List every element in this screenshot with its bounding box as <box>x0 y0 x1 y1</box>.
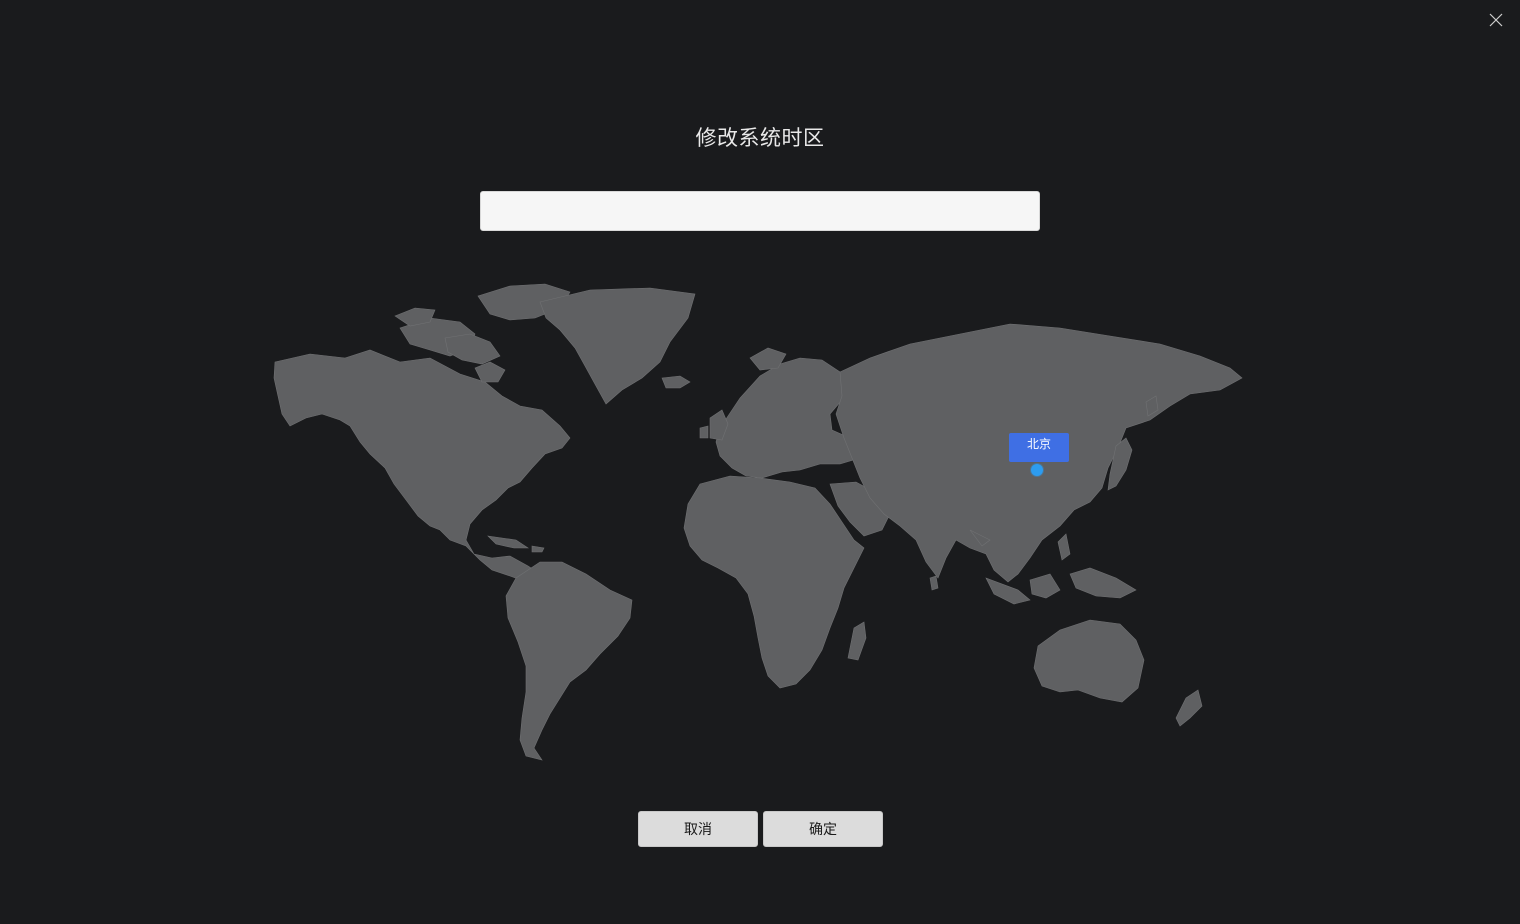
region-south-america <box>505 561 633 761</box>
selected-timezone-marker[interactable] <box>1031 464 1043 476</box>
close-icon <box>1489 13 1503 27</box>
cancel-button[interactable]: 取消 <box>638 811 758 847</box>
region-north-america <box>273 349 571 585</box>
timezone-search-input[interactable] <box>480 191 1040 231</box>
selected-timezone-label: 北京 <box>1009 433 1069 462</box>
world-map-svg[interactable] <box>270 278 1250 763</box>
region-africa <box>683 475 865 689</box>
close-button[interactable] <box>1484 8 1508 32</box>
dialog-title: 修改系统时区 <box>695 126 825 150</box>
region-australia <box>1033 619 1145 703</box>
timezone-dialog: 修改系统时区 北京 取消 确定 <box>0 0 1520 924</box>
confirm-button[interactable]: 确定 <box>763 811 883 847</box>
world-map[interactable] <box>270 278 1250 763</box>
